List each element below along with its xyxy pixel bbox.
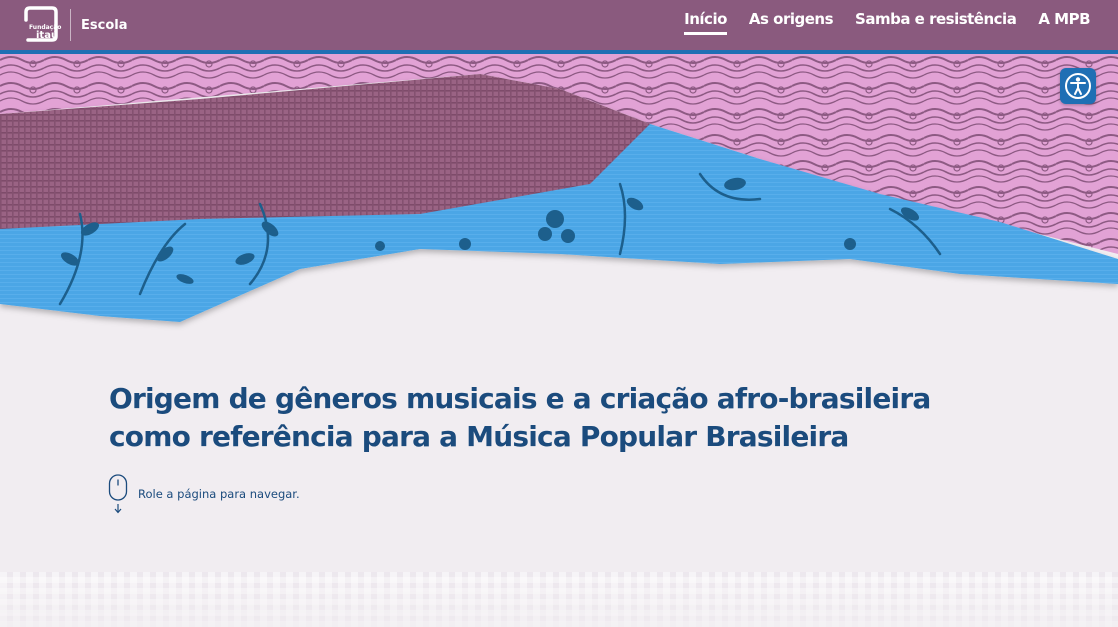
hero-fabric-illustration — [0, 54, 1118, 344]
page-title-line-2: como referência para a Música Popular Br… — [109, 420, 849, 453]
fundacao-itau-logo[interactable]: Fundação itaú — [20, 6, 62, 42]
scroll-hint-text: Role a página para navegar. — [138, 487, 300, 501]
nav-item-samba-e-resistencia[interactable]: Samba e resistência — [855, 10, 1017, 32]
accessibility-button[interactable] — [1060, 68, 1096, 104]
logo-text-itau: itaú — [36, 30, 59, 41]
brand-name[interactable]: Escola — [81, 18, 127, 33]
decorative-pattern-strip — [0, 572, 1118, 627]
nav-item-as-origens[interactable]: As origens — [749, 10, 834, 32]
top-navigation-bar: Fundação itaú Escola Início As origens S… — [0, 0, 1118, 54]
main-nav: Início As origens Samba e resistência A … — [684, 10, 1090, 35]
nav-item-inicio[interactable]: Início — [684, 10, 727, 35]
nav-item-a-mpb[interactable]: A MPB — [1038, 10, 1090, 32]
mouse-scroll-icon — [108, 474, 128, 514]
fabric-collage-image — [0, 54, 1118, 322]
brand-divider — [70, 9, 71, 41]
accessibility-person-icon — [1065, 73, 1091, 99]
page-title-line-1: Origem de gêneros musicais e a criação a… — [109, 382, 931, 415]
page-title: Origem de gêneros musicais e a criação a… — [109, 380, 1009, 456]
page: Fundação itaú Escola Início As origens S… — [0, 0, 1118, 627]
